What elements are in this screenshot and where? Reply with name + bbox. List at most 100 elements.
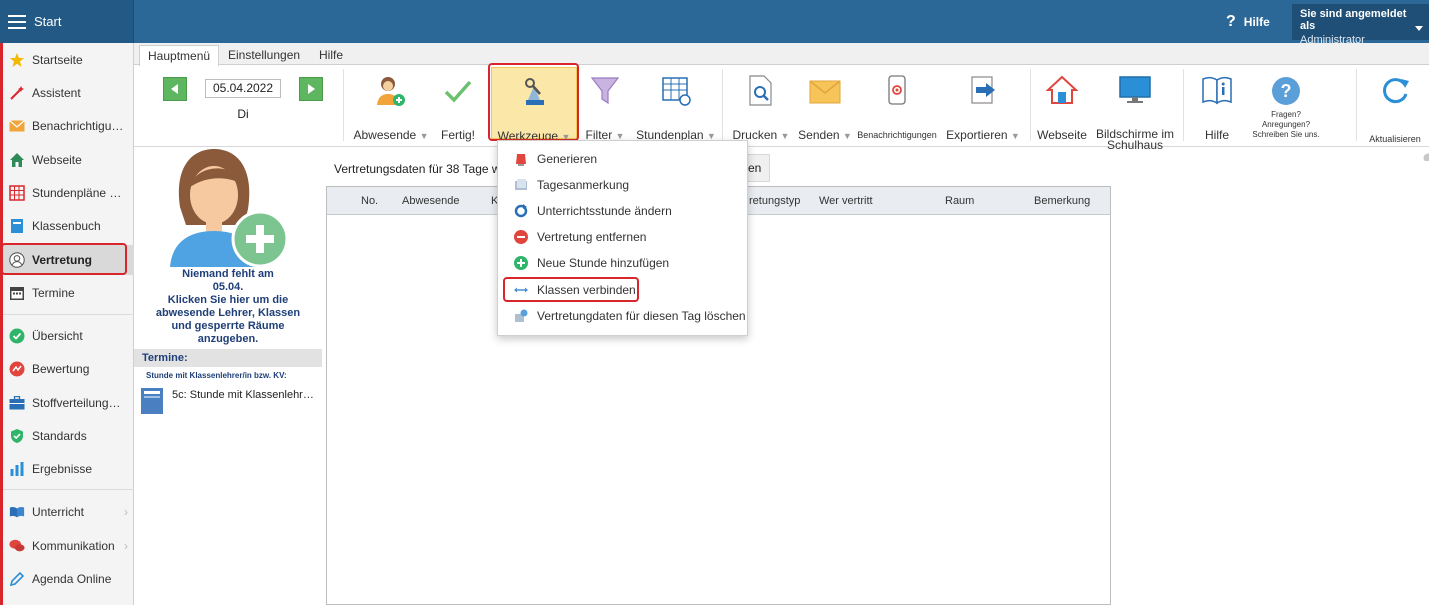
sidebar-item-bewertung[interactable]: Bewertung [3, 354, 134, 384]
menu-item-generieren[interactable]: Generieren [498, 146, 747, 172]
sidebar-item-termine[interactable]: Termine [3, 278, 134, 308]
sidebar-item-unterricht[interactable]: Unterricht › [3, 497, 134, 527]
sidebar-item-klassenbuch[interactable]: Klassenbuch [3, 211, 134, 241]
sidebar-item-kommunikation[interactable]: Kommunikation › [3, 531, 134, 561]
absence-hint-line: Klicken Sie hier um die [167, 294, 289, 306]
envelope-icon [9, 118, 25, 134]
sidebar-item-label: Stoffverteilung… [32, 396, 121, 410]
termine-item[interactable]: 5c: Stunde mit Klassenlehr… [140, 387, 322, 417]
sidebar-item-label: Bewertung [32, 362, 90, 376]
menu-item-vertretung-entfernen[interactable]: Vertretung entfernen [498, 224, 747, 250]
menu-item-klassen-verbinden[interactable]: Klassen verbinden [498, 277, 747, 303]
aktualisieren-label: Aktualisieren [1369, 134, 1421, 144]
sidebar-item-label: Kommunikation [32, 539, 115, 553]
senden-button[interactable]: Senden ▼ [794, 65, 856, 147]
svg-text:?: ? [1281, 81, 1292, 101]
help-label: Hilfe [1243, 14, 1270, 29]
sidebar-item-assistent[interactable]: Assistent [3, 78, 134, 108]
generate-icon [514, 152, 528, 166]
woman-add-icon [170, 149, 289, 268]
previous-day-button[interactable] [163, 77, 187, 101]
menu-item-tagesanmerkung[interactable]: Tagesanmerkung [498, 172, 747, 198]
webseite-button[interactable]: Webseite [1034, 65, 1090, 147]
funnel-icon [590, 77, 620, 105]
fragen-label-line1: Fragen? [1271, 110, 1301, 119]
drucken-button[interactable]: Drucken ▼ [730, 65, 792, 147]
arrow-left-icon [171, 84, 178, 94]
benachrichtigungen-button[interactable]: Benachrichtigungen [856, 65, 938, 147]
link-arrows-icon [514, 283, 528, 297]
sidebar-item-uebersicht[interactable]: Übersicht [3, 321, 134, 351]
absence-hint-line: und gesperrte Räume [171, 320, 285, 332]
sidebar-item-startseite[interactable]: Startseite [3, 45, 134, 75]
question-circle-icon: ? [1272, 77, 1300, 105]
stundenplan-button[interactable]: Stundenplan ▼ [634, 65, 718, 147]
login-dropdown[interactable]: Sie sind angemeldet als Administrator [1292, 4, 1429, 46]
export-icon [971, 76, 995, 104]
hilfe-button[interactable]: Hilfe [1194, 65, 1240, 147]
column-vertretungstyp[interactable]: retungstyp [749, 187, 800, 215]
sidebar-item-ergebnisse[interactable]: Ergebnisse [3, 454, 134, 484]
menu-item-neue-stunde-hinzufuegen[interactable]: Neue Stunde hinzufügen [498, 250, 747, 276]
date-field[interactable]: 05.04.2022 [205, 79, 281, 98]
tab-hauptmenue[interactable]: Hauptmenü [139, 45, 220, 66]
sidebar-item-benachrichtigungen[interactable]: Benachrichtigu… [3, 111, 134, 141]
rating-icon [9, 361, 25, 377]
sidebar-item-stundenplaene[interactable]: Stundenpläne … [3, 178, 134, 208]
add-absence-button[interactable] [162, 147, 322, 269]
filter-button[interactable]: Filter ▼ [580, 65, 630, 147]
column-wer-vertritt[interactable]: Wer vertritt [819, 187, 873, 215]
dropdown-arrow-icon: ▼ [1010, 131, 1020, 141]
werkzeuge-button[interactable]: Werkzeuge ▼ [491, 67, 577, 143]
arrow-right-icon [308, 84, 315, 94]
sidebar-item-agenda-online[interactable]: Agenda Online [3, 564, 134, 594]
refresh-icon [1383, 78, 1409, 104]
dropdown-arrow-icon: ▼ [842, 131, 852, 141]
menu-item-unterrichtsstunde-aendern[interactable]: Unterrichtsstunde ändern [498, 198, 747, 224]
abwesende-button[interactable]: Abwesende ▼ [352, 65, 430, 147]
info-circle-icon [1423, 153, 1429, 161]
tab-einstellungen[interactable]: Einstellungen [220, 45, 308, 65]
wand-icon [9, 85, 25, 101]
fertig-button[interactable]: Fertig! [432, 65, 484, 147]
chevron-right-icon: › [124, 505, 128, 519]
fragen-anregungen-button[interactable]: ? Fragen? Anregungen? Schreiben Sie uns. [1242, 65, 1330, 147]
next-day-button[interactable] [299, 77, 323, 101]
aktualisieren-button[interactable]: Aktualisieren [1364, 65, 1426, 147]
sidebar-item-stoffverteilung[interactable]: Stoffverteilung… [3, 388, 134, 418]
dropdown-arrow-icon: ▼ [419, 131, 429, 141]
absent-panel: Niemand fehlt am 05.04. Klicken Sie hier… [134, 147, 324, 605]
sidebar-item-webseite[interactable]: Webseite [3, 145, 134, 175]
tab-hilfe[interactable]: Hilfe [311, 45, 351, 65]
exportieren-label: Exportieren [946, 128, 1008, 142]
menu-item-label: Tagesanmerkung [537, 178, 630, 192]
sidebar-item-label: Webseite [32, 153, 82, 167]
exportieren-button[interactable]: Exportieren ▼ [940, 65, 1026, 147]
tools-dropdown-menu: Generieren Tagesanmerkung Unterrichtsstu… [497, 140, 748, 336]
menu-item-label: Generieren [537, 152, 598, 166]
column-raum[interactable]: Raum [945, 187, 974, 215]
minus-circle-icon [514, 230, 528, 244]
help-link[interactable]: ? Hilfe [1226, 0, 1270, 43]
sidebar-item-label: Benachrichtigu… [32, 119, 124, 133]
column-abwesende[interactable]: Abwesende [402, 187, 460, 215]
bildschirme-button[interactable]: Bildschirme im Schulhaus [1094, 65, 1176, 151]
sidebar-item-standards[interactable]: Standards [3, 421, 134, 451]
sidebar-item-vertretung[interactable]: Vertretung [3, 245, 134, 275]
start-menu[interactable]: Start [0, 0, 134, 43]
hamburger-menu-icon[interactable] [8, 14, 26, 29]
menu-item-label: Klassen verbinden [537, 283, 636, 297]
envelope-send-icon [809, 80, 841, 104]
menu-item-label: Unterrichtsstunde ändern [537, 204, 672, 218]
absence-hint-line: 05.04. [212, 281, 244, 293]
sidebar-item-label: Termine [32, 286, 75, 300]
column-no[interactable]: No. [361, 187, 378, 215]
menu-item-vertretungdaten-loeschen[interactable]: Vertretungdaten für diesen Tag löschen [498, 303, 747, 329]
column-bemerkung[interactable]: Bemerkung [1034, 187, 1090, 215]
sidebar: Startseite Assistent Benachrichtigu… Web… [3, 43, 134, 605]
info-icon[interactable] [1422, 152, 1429, 161]
pen-icon [9, 571, 25, 587]
senden-label: Senden [798, 128, 840, 142]
absence-hint-text[interactable]: Niemand fehlt am 05.04. Klicken Sie hier… [134, 268, 322, 346]
open-book-icon [9, 504, 25, 520]
